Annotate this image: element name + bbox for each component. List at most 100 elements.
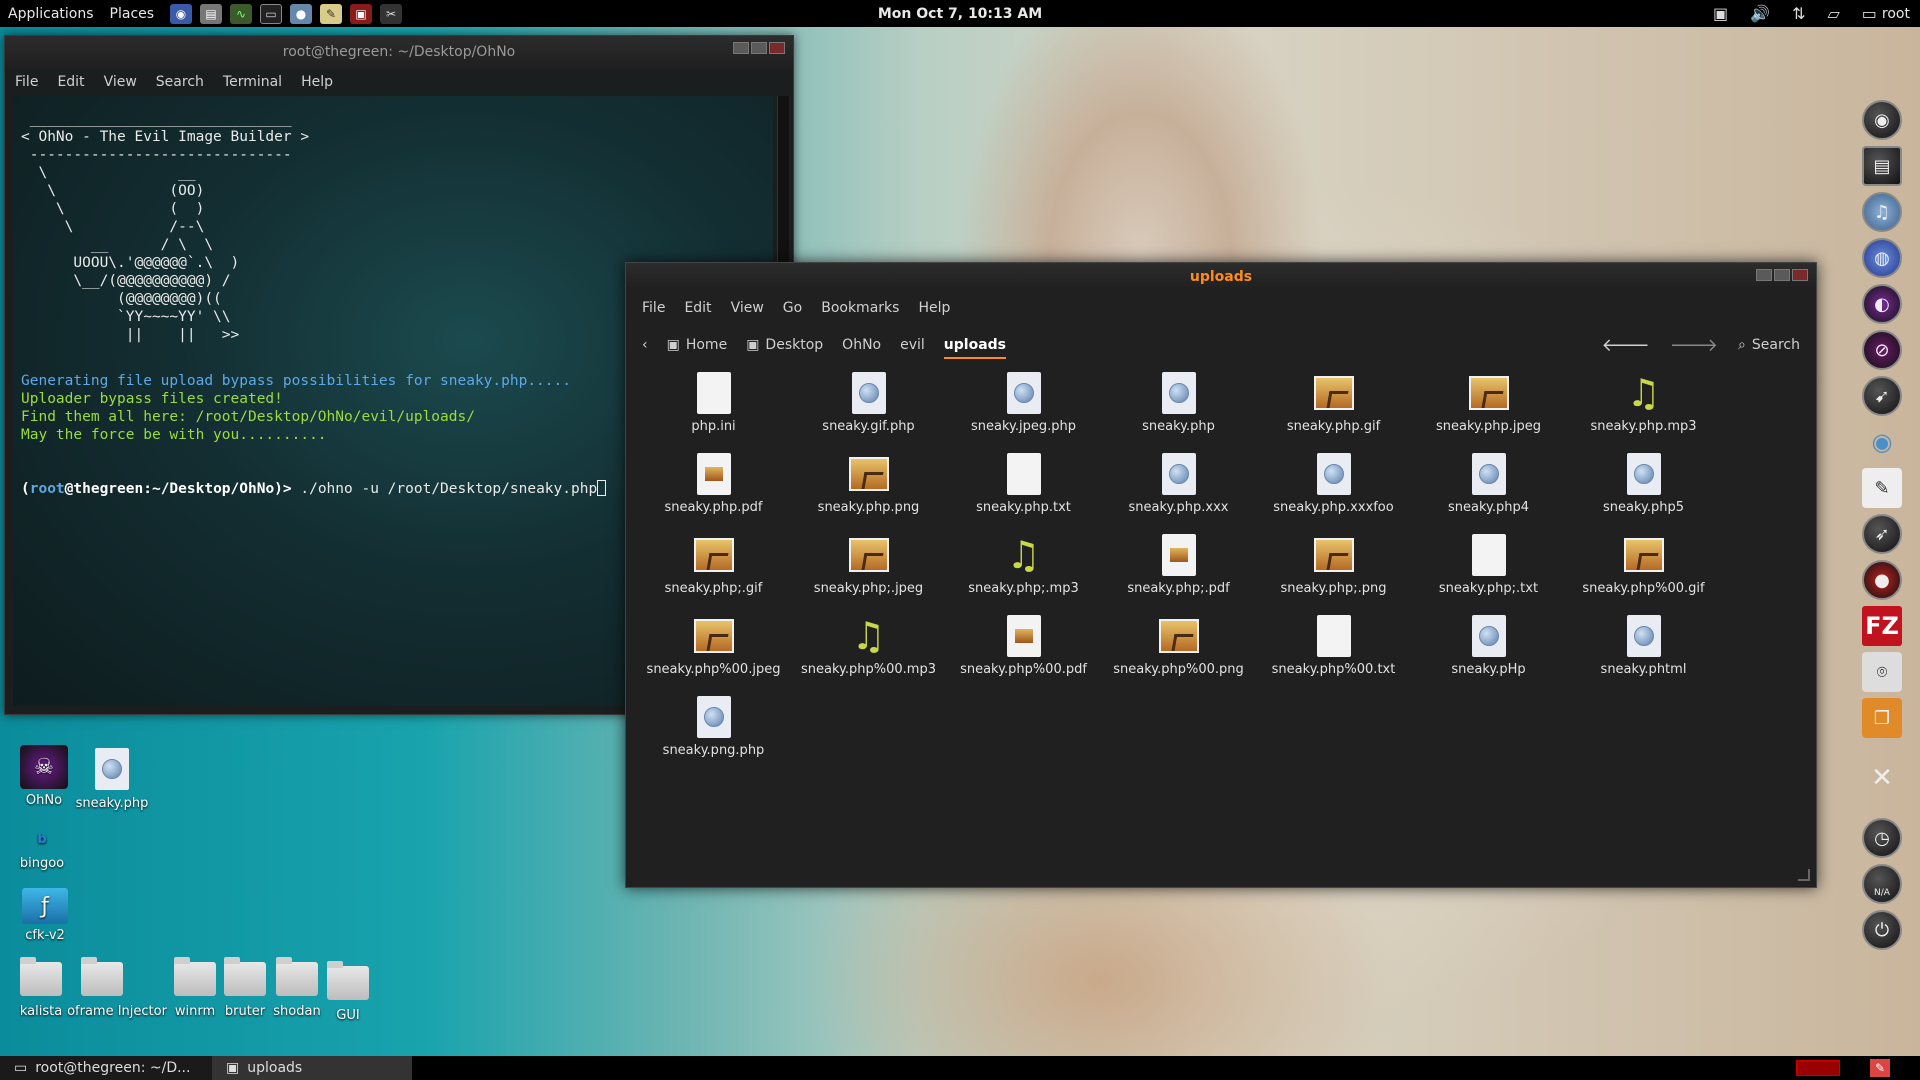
globe-icon[interactable]: ◍ <box>1862 238 1902 278</box>
file-item[interactable]: ♫ sneaky.php;.mp3 <box>946 533 1101 608</box>
eye-icon[interactable]: ◉ <box>1862 422 1902 462</box>
close-button[interactable] <box>1792 269 1808 281</box>
bird-icon[interactable]: ➶ <box>1862 514 1902 554</box>
menu-help[interactable]: Help <box>301 74 333 90</box>
window-stack-icon[interactable]: ❐ <box>1862 698 1902 738</box>
file-item[interactable]: sneaky.php.jpeg <box>1411 371 1566 446</box>
taskbar-item-uploads[interactable]: ▣ uploads <box>212 1056 412 1080</box>
file-item[interactable]: sneaky.jpeg.php <box>946 371 1101 446</box>
taskbar-item-terminal[interactable]: ▭ root@thegreen: ~/D... <box>0 1056 212 1080</box>
file-item[interactable]: sneaky.php;.txt <box>1411 533 1566 608</box>
file-item[interactable]: sneaky.php5 <box>1566 452 1721 527</box>
iceweasel-icon[interactable]: ● <box>290 3 313 24</box>
breadcrumb-home[interactable]: ▣ Home <box>667 337 728 353</box>
notes-icon[interactable]: ✎ <box>320 3 343 24</box>
desktop-icon-cfk[interactable]: ƒ cfk-v2 <box>5 888 85 943</box>
menu-go[interactable]: Go <box>783 300 802 316</box>
clock-icon[interactable]: ◷ <box>1862 818 1902 858</box>
itunes-icon[interactable]: ♫ <box>1862 192 1902 232</box>
window-icon[interactable]: ▤ <box>1862 146 1902 186</box>
notepad-icon[interactable]: ✎ <box>1862 468 1902 508</box>
file-item[interactable]: sneaky.pHp <box>1411 614 1566 689</box>
file-item[interactable]: sneaky.php%00.jpeg <box>636 614 791 689</box>
volume-icon[interactable]: 🔊 <box>1750 4 1770 23</box>
maximize-button[interactable] <box>1774 269 1790 281</box>
breadcrumb-ohno[interactable]: OhNo <box>842 337 881 353</box>
file-item[interactable]: sneaky.php.gif <box>1256 371 1411 446</box>
breadcrumb-desktop[interactable]: ▣ Desktop <box>746 337 823 353</box>
file-item[interactable]: sneaky.php <box>1101 371 1256 446</box>
tools-icon[interactable]: ✕ <box>1862 758 1902 798</box>
file-item[interactable]: ♫ sneaky.php%00.mp3 <box>791 614 946 689</box>
close-button[interactable] <box>769 42 785 54</box>
menu-file[interactable]: File <box>15 74 38 90</box>
file-item[interactable]: sneaky.php;.gif <box>636 533 791 608</box>
maximize-button[interactable] <box>751 42 767 54</box>
file-item[interactable]: sneaky.php;.pdf <box>1101 533 1256 608</box>
search-button[interactable]: ⌕ Search <box>1738 337 1800 353</box>
minimize-button[interactable] <box>733 42 749 54</box>
clock[interactable]: Mon Oct 7, 10:13 AM <box>878 6 1042 22</box>
file-item[interactable]: sneaky.php%00.txt <box>1256 614 1411 689</box>
menu-search[interactable]: Search <box>156 74 204 90</box>
desktop-icon-bingoo[interactable]: b bingoo <box>2 832 82 871</box>
desktop-icon-sneaky[interactable]: sneaky.php <box>72 748 152 811</box>
stop-icon[interactable]: ⊘ <box>1862 330 1902 370</box>
menu-help[interactable]: Help <box>918 300 950 316</box>
menu-bookmarks[interactable]: Bookmarks <box>821 300 899 316</box>
file-item[interactable]: sneaky.php%00.pdf <box>946 614 1101 689</box>
dark-app-icon[interactable]: ◐ <box>1862 284 1902 324</box>
breadcrumb-uploads[interactable]: uploads <box>943 337 1007 359</box>
trash-icon[interactable]: ✎ <box>1870 1059 1890 1077</box>
menu-edit[interactable]: Edit <box>57 74 84 90</box>
places-menu[interactable]: Places <box>102 6 163 22</box>
breadcrumb-evil[interactable]: evil <box>900 337 925 353</box>
forward-arrow-icon[interactable]: 🡒 <box>1670 335 1718 356</box>
menu-view[interactable]: View <box>731 300 764 316</box>
file-item[interactable]: sneaky.php%00.png <box>1101 614 1256 689</box>
file-item[interactable]: sneaky.php;.png <box>1256 533 1411 608</box>
applications-menu[interactable]: Applications <box>0 6 102 22</box>
folder-gui[interactable]: GUI <box>308 961 388 1023</box>
path-back-icon[interactable]: ‹ <box>642 337 648 353</box>
user-menu[interactable]: ▭ root <box>1862 4 1910 23</box>
file-item[interactable]: sneaky.php.txt <box>946 452 1101 527</box>
terminal-titlebar[interactable]: root@thegreen: ~/Desktop/OhNo <box>5 36 793 68</box>
resize-grip[interactable] <box>1798 869 1810 881</box>
file-item[interactable]: sneaky.phtml <box>1566 614 1721 689</box>
file-item[interactable]: sneaky.php.xxx <box>1101 452 1256 527</box>
network-icon[interactable]: ⇅ <box>1792 4 1805 23</box>
battery-icon[interactable]: N/A <box>1862 864 1902 904</box>
rocket-icon[interactable]: ➹ <box>1862 376 1902 416</box>
file-item[interactable]: ♫ sneaky.php.mp3 <box>1566 371 1721 446</box>
filezilla-icon[interactable]: FZ <box>1862 606 1902 646</box>
tools-icon[interactable]: ✂ <box>380 3 403 24</box>
file-item[interactable]: sneaky.php.png <box>791 452 946 527</box>
file-item[interactable]: sneaky.php.pdf <box>636 452 791 527</box>
power-icon[interactable]: ⏻ <box>1862 910 1902 950</box>
file-manager-titlebar[interactable]: uploads <box>626 263 1816 291</box>
music-app-icon[interactable]: ◉ <box>1862 100 1902 140</box>
display-settings-icon[interactable]: ▱ <box>1827 4 1839 23</box>
file-item[interactable]: sneaky.php.xxxfoo <box>1256 452 1411 527</box>
terminal-icon[interactable]: ▭ <box>260 3 283 24</box>
updates-icon[interactable]: ▣ <box>1713 4 1728 23</box>
file-item[interactable]: php.ini <box>636 371 791 446</box>
minimize-button[interactable] <box>1756 269 1772 281</box>
save-icon[interactable]: ▤ <box>200 3 223 24</box>
menu-terminal[interactable]: Terminal <box>223 74 282 90</box>
file-item[interactable]: sneaky.php4 <box>1411 452 1566 527</box>
display-icon[interactable]: ▣ <box>350 3 373 24</box>
browser-icon[interactable]: ◉ <box>170 3 193 24</box>
file-item[interactable]: sneaky.php;.jpeg <box>791 533 946 608</box>
back-arrow-icon[interactable]: 🡐 <box>1601 335 1649 356</box>
file-item[interactable]: sneaky.gif.php <box>791 371 946 446</box>
workspace-switcher[interactable] <box>1796 1060 1840 1076</box>
file-item[interactable]: sneaky.php%00.gif <box>1566 533 1721 608</box>
menu-edit[interactable]: Edit <box>684 300 711 316</box>
menu-file[interactable]: File <box>642 300 665 316</box>
camera-icon[interactable]: ⌾ <box>1862 652 1902 692</box>
redeye-icon[interactable]: ● <box>1862 560 1902 600</box>
menu-view[interactable]: View <box>104 74 137 90</box>
file-item[interactable]: sneaky.png.php <box>636 695 791 770</box>
